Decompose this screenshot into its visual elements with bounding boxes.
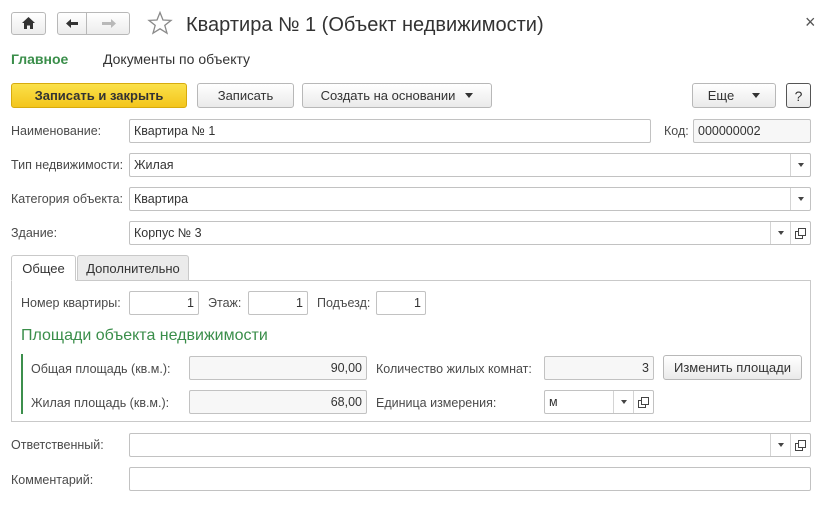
apartment-label: Номер квартиры: — [21, 296, 121, 310]
tab-object-documents[interactable]: Документы по объекту — [103, 51, 250, 67]
apartment-value: 1 — [187, 296, 194, 310]
rooms-label: Количество жилых комнат: — [376, 362, 532, 376]
areas-section-title: Площади объекта недвижимости — [21, 327, 268, 344]
living-area-label: Жилая площадь (кв.м.): — [31, 396, 170, 410]
chevron-down-icon — [777, 231, 784, 235]
close-icon[interactable]: × — [805, 12, 816, 33]
save-label: Записать — [217, 88, 274, 103]
favorite-button[interactable] — [147, 10, 173, 39]
type-value: Жилая — [134, 158, 174, 172]
unit-dropdown-button[interactable] — [613, 391, 633, 413]
responsible-label: Ответственный: — [11, 438, 104, 452]
section-divider — [21, 354, 23, 414]
unit-value: м — [549, 395, 558, 409]
arrow-right-icon — [102, 19, 116, 28]
home-button[interactable] — [11, 12, 46, 35]
chevron-down-icon — [620, 400, 627, 404]
total-area-value: 90,00 — [330, 361, 362, 375]
forward-button[interactable] — [86, 12, 130, 35]
code-field[interactable]: 000000002 — [693, 119, 811, 143]
responsible-open-button[interactable] — [790, 434, 810, 456]
comment-label: Комментарий: — [11, 473, 94, 487]
floor-label: Этаж: — [208, 296, 242, 310]
type-select[interactable]: Жилая — [129, 153, 811, 177]
floor-value: 1 — [296, 296, 303, 310]
entrance-label: Подъезд: — [317, 296, 371, 310]
floor-field[interactable]: 1 — [248, 291, 308, 315]
open-window-icon — [795, 227, 806, 239]
responsible-select[interactable] — [129, 433, 811, 457]
comment-field[interactable] — [129, 467, 811, 491]
total-area-field[interactable]: 90,00 — [189, 356, 367, 380]
more-label: Еще — [707, 88, 735, 103]
rooms-value: 3 — [642, 361, 649, 375]
living-area-field[interactable]: 68,00 — [189, 390, 367, 414]
category-dropdown-button[interactable] — [790, 188, 810, 210]
responsible-dropdown-button[interactable] — [770, 434, 790, 456]
back-button[interactable] — [57, 12, 87, 35]
type-dropdown-button[interactable] — [790, 154, 810, 176]
building-dropdown-button[interactable] — [770, 222, 790, 244]
chevron-down-icon — [797, 163, 804, 167]
rooms-field[interactable]: 3 — [544, 356, 654, 380]
name-label: Наименование: — [11, 124, 102, 138]
chevron-down-icon — [777, 443, 784, 447]
total-area-label: Общая площадь (кв.м.): — [31, 362, 171, 376]
save-and-close-label: Записать и закрыть — [34, 88, 164, 103]
building-open-button[interactable] — [790, 222, 810, 244]
tab-general-label: Общее — [22, 260, 65, 276]
window-title: Квартира № 1 (Объект недвижимости) — [186, 14, 544, 36]
change-areas-label: Изменить площади — [673, 360, 792, 375]
chevron-down-icon — [752, 93, 761, 98]
building-label: Здание: — [11, 226, 58, 240]
more-button[interactable]: Еще — [692, 83, 776, 108]
category-label: Категория объекта: — [11, 192, 123, 206]
apartment-field[interactable]: 1 — [129, 291, 199, 315]
category-value: Квартира — [134, 192, 189, 206]
tab-main[interactable]: Главное — [11, 51, 68, 67]
living-area-value: 68,00 — [330, 395, 362, 409]
tab-additional[interactable]: Дополнительно — [77, 255, 189, 281]
tab-general[interactable]: Общее — [11, 255, 76, 281]
tab-additional-label: Дополнительно — [86, 260, 180, 276]
chevron-down-icon — [465, 93, 474, 98]
name-value: Квартира № 1 — [134, 124, 216, 138]
help-button[interactable]: ? — [786, 83, 811, 108]
name-field[interactable]: Квартира № 1 — [129, 119, 651, 143]
open-window-icon — [795, 439, 806, 451]
building-value: Корпус № 3 — [134, 226, 202, 240]
entrance-field[interactable]: 1 — [376, 291, 426, 315]
arrow-left-icon — [66, 19, 78, 28]
code-value: 000000002 — [698, 124, 761, 138]
unit-open-button[interactable] — [633, 391, 653, 413]
building-select[interactable]: Корпус № 3 — [129, 221, 811, 245]
category-select[interactable]: Квартира — [129, 187, 811, 211]
type-label: Тип недвижимости: — [11, 158, 124, 172]
help-label: ? — [794, 87, 803, 104]
save-button[interactable]: Записать — [197, 83, 294, 108]
chevron-down-icon — [797, 197, 804, 201]
create-based-on-label: Создать на основании — [320, 88, 456, 103]
star-icon — [147, 10, 173, 35]
change-areas-button[interactable]: Изменить площади — [663, 355, 802, 380]
unit-select[interactable]: м — [544, 390, 654, 414]
create-based-on-button[interactable]: Создать на основании — [302, 83, 492, 108]
home-icon — [22, 17, 35, 29]
save-and-close-button[interactable]: Записать и закрыть — [11, 83, 187, 108]
open-window-icon — [638, 396, 649, 408]
entrance-value: 1 — [414, 296, 421, 310]
code-label: Код: — [664, 124, 689, 138]
unit-label: Единица измерения: — [376, 396, 497, 410]
